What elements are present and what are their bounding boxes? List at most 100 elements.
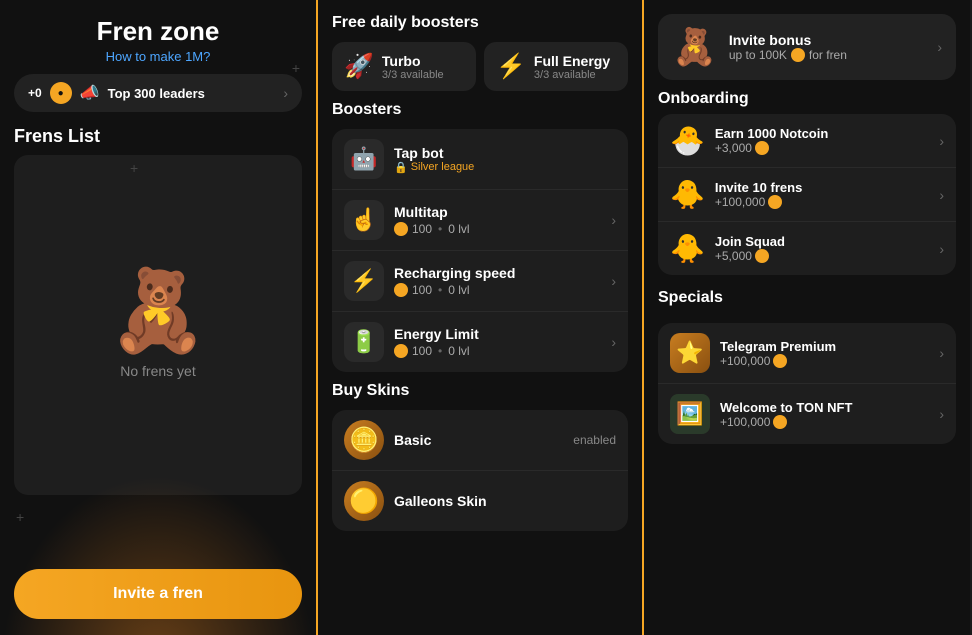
invite-frens-icon: 🐥	[670, 178, 705, 211]
join-squad-chevron: ›	[939, 241, 944, 257]
join-squad-name: Join Squad	[715, 234, 929, 249]
ton-nft-icon: 🖼️	[670, 394, 710, 434]
deco-plus-1: +	[292, 60, 300, 76]
earn-notcoin-name: Earn 1000 Notcoin	[715, 126, 929, 141]
earn-notcoin-chevron: ›	[939, 133, 944, 149]
deco-plus-2: +	[130, 160, 138, 176]
daily-boosters-title: Free daily boosters	[332, 14, 628, 32]
earn-coin-icon	[755, 141, 769, 155]
cost-coin-icon	[394, 222, 408, 236]
earn-notcoin-item[interactable]: 🐣 Earn 1000 Notcoin +3,000 ›	[658, 114, 956, 168]
invite-frens-reward: +100,000	[715, 195, 929, 209]
specials-list: ⭐ Telegram Premium +100,000 › 🖼️ Welcome…	[658, 323, 956, 444]
boosters-list: 🤖 Tap bot 🔒 Silver league ☝️ Multitap 10…	[332, 129, 628, 372]
ton-nft-name: Welcome to TON NFT	[720, 400, 929, 415]
chevron-right-icon: ›	[283, 85, 288, 101]
invite-bonus-chevron: ›	[937, 39, 942, 55]
top-leaders-bar[interactable]: +0 ● 📣 Top 300 leaders ›	[14, 74, 302, 112]
telegram-premium-item[interactable]: ⭐ Telegram Premium +100,000 ›	[658, 323, 956, 384]
join-squad-reward: +5,000	[715, 249, 929, 263]
energy-limit-chevron: ›	[611, 334, 616, 350]
recharging-icon: ⚡	[344, 261, 384, 301]
invite-bonus-sub: up to 100K for fren	[729, 48, 926, 62]
recharging-cost: 100 • 0 lvl	[394, 283, 601, 297]
buy-skins-title: Buy Skins	[332, 382, 628, 400]
telegram-premium-name: Telegram Premium	[720, 339, 929, 354]
galleons-skin-item[interactable]: 🟡 Galleons Skin	[332, 471, 628, 531]
recharging-speed-item[interactable]: ⚡ Recharging speed 100 • 0 lvl ›	[332, 251, 628, 312]
energy-limit-item[interactable]: 🔋 Energy Limit 100 • 0 lvl ›	[332, 312, 628, 372]
silver-league-label: 🔒 Silver league	[394, 161, 616, 174]
lock-icon: 🔒	[394, 161, 408, 174]
daily-boosters-row: 🚀 Turbo 3/3 available ⚡ Full Energy 3/3 …	[332, 42, 628, 91]
invite-frens-chevron: ›	[939, 187, 944, 203]
invite-bear-icon: 🧸	[672, 26, 717, 68]
invite-coin-icon	[791, 48, 805, 62]
telegram-premium-icon: ⭐	[670, 333, 710, 373]
multitap-cost: 100 • 0 lvl	[394, 222, 601, 236]
multitap-name: Multitap	[394, 204, 601, 220]
join-squad-item[interactable]: 🐥 Join Squad +5,000 ›	[658, 222, 956, 275]
join-squad-icon: 🐥	[670, 232, 705, 265]
full-energy-booster-card[interactable]: ⚡ Full Energy 3/3 available	[484, 42, 628, 91]
deco-plus-3: +	[16, 509, 24, 525]
fren-zone-subtitle[interactable]: How to make 1M?	[14, 49, 302, 64]
galleons-skin-name: Galleons Skin	[394, 493, 616, 509]
cost-coin-recharging-icon	[394, 283, 408, 297]
multitap-icon: ☝️	[344, 200, 384, 240]
full-energy-avail: 3/3 available	[534, 69, 610, 81]
basic-skin-item[interactable]: 🪙 Basic enabled	[332, 410, 628, 471]
energy-limit-icon: 🔋	[344, 322, 384, 362]
recharging-chevron: ›	[611, 273, 616, 289]
turbo-name: Turbo	[382, 53, 444, 69]
squad-coin-icon	[755, 249, 769, 263]
energy-limit-cost: 100 • 0 lvl	[394, 344, 601, 358]
no-frens-text: No frens yet	[120, 363, 195, 379]
megaphone-icon: 📣	[80, 83, 100, 103]
invite-frens-item[interactable]: 🐥 Invite 10 frens +100,000 ›	[658, 168, 956, 222]
multitap-item[interactable]: ☝️ Multitap 100 • 0 lvl ›	[332, 190, 628, 251]
fren-zone-title: Fren zone	[14, 16, 302, 47]
fren-zone-panel: + Fren zone How to make 1M? +0 ● 📣 Top 3…	[0, 0, 318, 635]
invite-bonus-card[interactable]: 🧸 Invite bonus up to 100K for fren ›	[658, 14, 956, 80]
frens-list-box: 🧸 No frens yet	[14, 155, 302, 495]
onboarding-title: Onboarding	[658, 90, 956, 108]
cost-coin-energy-icon	[394, 344, 408, 358]
invite-bonus-title: Invite bonus	[729, 32, 926, 48]
tap-bot-icon: 🤖	[344, 139, 384, 179]
turbo-avail: 3/3 available	[382, 69, 444, 81]
onboarding-section: Onboarding 🐣 Earn 1000 Notcoin +3,000 › …	[658, 90, 956, 275]
boosters-section-title: Boosters	[332, 101, 628, 119]
full-energy-icon: ⚡	[496, 52, 526, 81]
coin-badge: ●	[50, 82, 72, 104]
full-energy-name: Full Energy	[534, 53, 610, 69]
energy-limit-name: Energy Limit	[394, 326, 601, 342]
multitap-chevron: ›	[611, 212, 616, 228]
plus-zero-label: +0	[28, 86, 42, 100]
premium-coin-icon	[773, 354, 787, 368]
tap-bot-name: Tap bot	[394, 145, 616, 161]
ton-nft-reward: +100,000	[720, 415, 929, 429]
tap-bot-item[interactable]: 🤖 Tap bot 🔒 Silver league	[332, 129, 628, 190]
frens-list-title: Frens List	[14, 126, 302, 147]
basic-skin-name: Basic	[394, 432, 563, 448]
basic-skin-status: enabled	[573, 433, 616, 447]
invite-frens-name: Invite 10 frens	[715, 180, 929, 195]
earn-notcoin-reward: +3,000	[715, 141, 929, 155]
ton-nft-item[interactable]: 🖼️ Welcome to TON NFT +100,000 ›	[658, 384, 956, 444]
frens-coin-icon	[768, 195, 782, 209]
telegram-premium-reward: +100,000	[720, 354, 929, 368]
earn-notcoin-icon: 🐣	[670, 124, 705, 157]
telegram-premium-chevron: ›	[939, 345, 944, 361]
bear-emoji: 🧸	[108, 271, 208, 351]
recharging-name: Recharging speed	[394, 265, 601, 281]
ton-nft-chevron: ›	[939, 406, 944, 422]
specials-title: Specials	[658, 289, 956, 307]
invite-panel: 🧸 Invite bonus up to 100K for fren › Onb…	[644, 0, 970, 635]
invite-fren-button[interactable]: Invite a fren	[14, 569, 302, 619]
galleons-skin-icon: 🟡	[344, 481, 384, 521]
basic-skin-icon: 🪙	[344, 420, 384, 460]
turbo-booster-card[interactable]: 🚀 Turbo 3/3 available	[332, 42, 476, 91]
boosters-panel: Free daily boosters 🚀 Turbo 3/3 availabl…	[318, 0, 644, 635]
skins-list: 🪙 Basic enabled 🟡 Galleons Skin	[332, 410, 628, 531]
